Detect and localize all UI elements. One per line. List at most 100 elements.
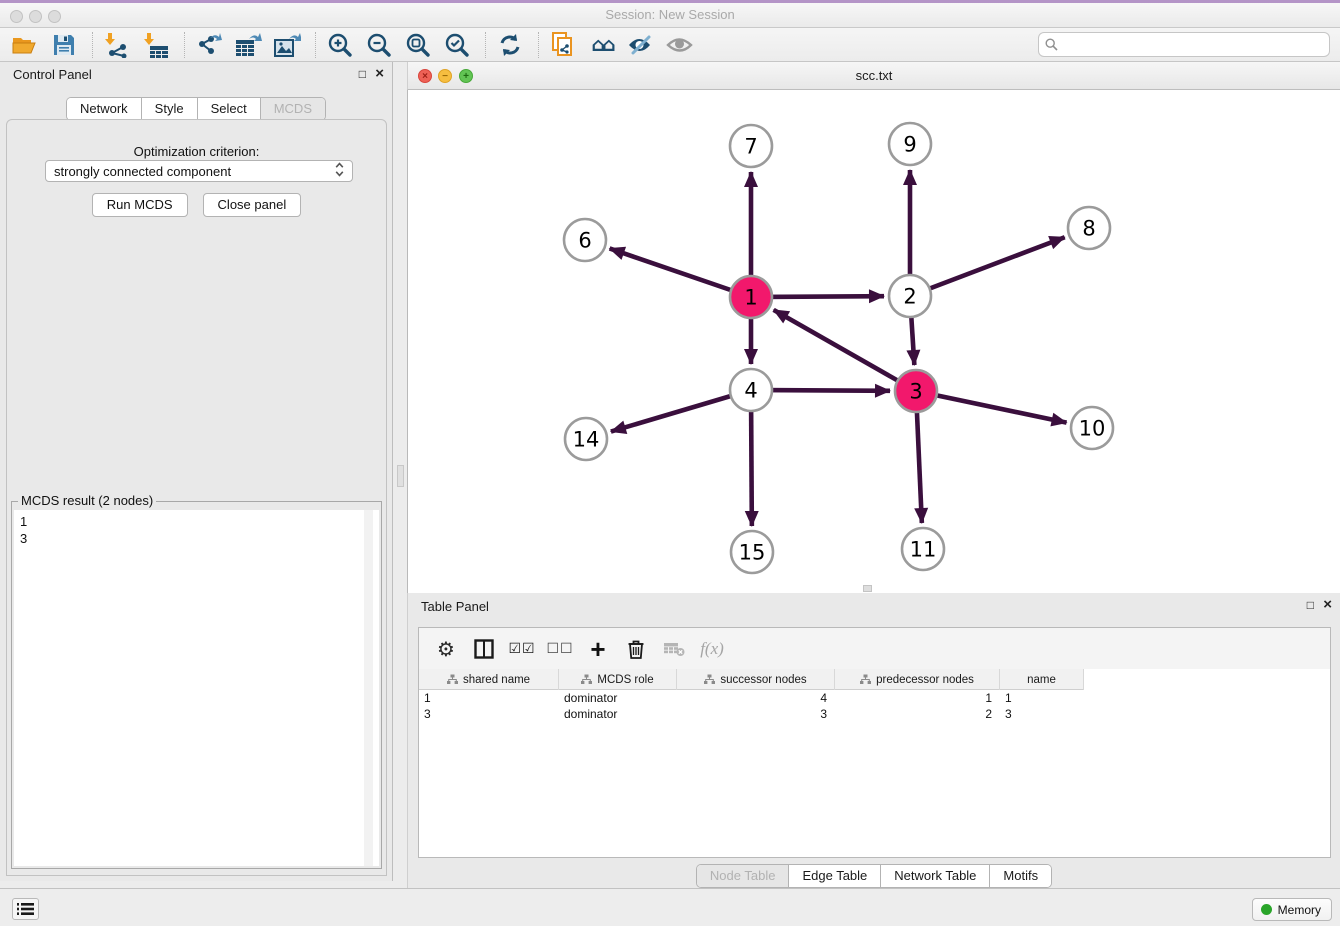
tab-network[interactable]: Network [67, 98, 142, 120]
canvas-scroll-grip[interactable] [863, 585, 872, 592]
close-panel-button[interactable]: Close panel [203, 193, 302, 217]
column-header-label: name [1027, 674, 1056, 686]
column-header-predecessor-nodes[interactable]: predecessor nodes [835, 669, 1000, 690]
import-table-icon[interactable] [141, 30, 171, 60]
table-rows: 1dominator4113dominator323 [419, 690, 1330, 722]
table-cell[interactable]: 3 [1000, 706, 1084, 722]
table-settings-icon[interactable]: ⚙ [433, 636, 459, 662]
tab-node-table[interactable]: Node Table [697, 865, 790, 887]
graph-edge-3-10[interactable] [916, 391, 1067, 423]
mcds-result-title: MCDS result (2 nodes) [18, 493, 156, 508]
delete-table-icon[interactable] [661, 636, 687, 662]
graph-node-label: 9 [903, 133, 916, 157]
network-graph[interactable]: 7968124314101511 [408, 90, 1340, 593]
table-cell[interactable]: 1 [1000, 690, 1084, 706]
column-header-label: shared name [463, 674, 530, 686]
graph-edge-3-1[interactable] [774, 310, 916, 391]
deselect-all-icon[interactable]: ☐☐ [547, 636, 573, 662]
optimization-dropdown[interactable]: strongly connected component [45, 160, 353, 182]
tab-mcds[interactable]: MCDS [261, 98, 325, 120]
tab-motifs[interactable]: Motifs [990, 865, 1051, 887]
close-panel-icon[interactable]: × [375, 66, 384, 82]
save-session-icon[interactable] [49, 30, 79, 60]
network-close-icon[interactable]: × [418, 69, 432, 83]
graph-node-label: 1 [744, 286, 757, 310]
close-table-panel-icon[interactable]: × [1323, 597, 1332, 613]
search-icon [1045, 38, 1058, 51]
table-cell[interactable]: 3 [677, 706, 835, 722]
tab-edge-table[interactable]: Edge Table [789, 865, 881, 887]
table-panel-header: Table Panel □ × [408, 593, 1340, 619]
column-header-label: predecessor nodes [876, 674, 974, 686]
export-network-icon[interactable] [194, 30, 224, 60]
home-icon[interactable]: ⌂⌂ [587, 30, 617, 60]
table-toolbar: ⚙ ☑☑ ☐☐ + f(x) [419, 628, 1330, 669]
add-column-icon[interactable]: + [585, 636, 611, 662]
show-columns-icon[interactable] [471, 636, 497, 662]
open-file-icon[interactable] [10, 30, 40, 60]
network-minimize-icon[interactable]: − [438, 69, 452, 83]
search-field[interactable] [1038, 32, 1330, 57]
mcds-result-area[interactable]: 13 [14, 510, 379, 866]
toolbar-separator [315, 32, 316, 58]
table-cell[interactable]: 2 [835, 706, 1000, 722]
import-network-icon[interactable] [102, 30, 132, 60]
result-scrollbar[interactable] [364, 510, 373, 866]
zoom-in-icon[interactable] [325, 30, 355, 60]
export-table-icon[interactable] [233, 30, 263, 60]
divider-grip[interactable] [397, 465, 404, 487]
optimization-criterion-label: Optimization criterion: [7, 144, 386, 159]
tab-select[interactable]: Select [198, 98, 261, 120]
node-table: ⚙ ☑☑ ☐☐ + f(x) shared name MCDS rolesucce… [418, 627, 1331, 858]
table-cell[interactable]: 1 [419, 690, 559, 706]
status-bar: Memory [0, 888, 1340, 926]
run-mcds-button[interactable]: Run MCDS [92, 193, 188, 217]
table-cell[interactable]: 4 [677, 690, 835, 706]
hide-graphics-icon[interactable] [626, 30, 656, 60]
tab-style[interactable]: Style [142, 98, 198, 120]
window-minimize-icon[interactable] [29, 10, 42, 23]
network-canvas[interactable]: 7968124314101511 [407, 90, 1340, 593]
column-header-shared-name[interactable]: shared name [419, 669, 559, 690]
network-window-titlebar[interactable]: × − + scc.txt [407, 62, 1340, 90]
zoom-selected-icon[interactable] [442, 30, 472, 60]
table-row[interactable]: 3dominator323 [419, 706, 1330, 722]
refresh-icon[interactable] [495, 30, 525, 60]
search-input[interactable] [1062, 38, 1323, 52]
control-panel-tabbar: NetworkStyleSelectMCDS [0, 97, 392, 121]
table-column-header: shared name MCDS rolesuccessor nodes prede… [419, 669, 1084, 690]
graph-edge-1-6[interactable] [610, 248, 751, 297]
select-all-icon[interactable]: ☑☑ [509, 636, 535, 662]
export-image-icon[interactable] [272, 30, 302, 60]
table-cell[interactable]: dominator [559, 706, 677, 722]
window-zoom-icon[interactable] [48, 10, 61, 23]
task-history-button[interactable] [12, 898, 39, 920]
float-table-panel-icon[interactable]: □ [1307, 597, 1314, 613]
panel-divider[interactable] [394, 62, 407, 888]
zoom-out-icon[interactable] [364, 30, 394, 60]
table-cell[interactable]: 3 [419, 706, 559, 722]
table-cell[interactable]: 1 [835, 690, 1000, 706]
zoom-fit-icon[interactable] [403, 30, 433, 60]
clone-network-icon[interactable] [548, 30, 578, 60]
graph-node-label: 10 [1079, 417, 1106, 441]
memory-button[interactable]: Memory [1252, 898, 1332, 921]
network-zoom-icon[interactable]: + [459, 69, 473, 83]
graph-edge-2-8[interactable] [910, 237, 1065, 296]
float-panel-icon[interactable]: □ [359, 66, 366, 82]
function-builder-icon[interactable]: f(x) [699, 636, 725, 662]
graph-node-label: 14 [573, 428, 600, 452]
column-header-name[interactable]: name [1000, 669, 1084, 690]
control-panel-header: Control Panel □ × [0, 62, 392, 88]
column-header-MCDS-role[interactable]: MCDS role [559, 669, 677, 690]
mcds-panel: Optimization criterion: strongly connect… [6, 119, 387, 876]
table-row[interactable]: 1dominator411 [419, 690, 1330, 706]
graph-node-label: 4 [744, 379, 757, 403]
column-header-successor-nodes[interactable]: successor nodes [677, 669, 835, 690]
graph-node-label: 8 [1082, 217, 1095, 241]
window-close-icon[interactable] [10, 10, 23, 23]
show-graphics-icon[interactable] [665, 30, 695, 60]
table-cell[interactable]: dominator [559, 690, 677, 706]
tab-network-table[interactable]: Network Table [881, 865, 990, 887]
delete-row-icon[interactable] [623, 636, 649, 662]
